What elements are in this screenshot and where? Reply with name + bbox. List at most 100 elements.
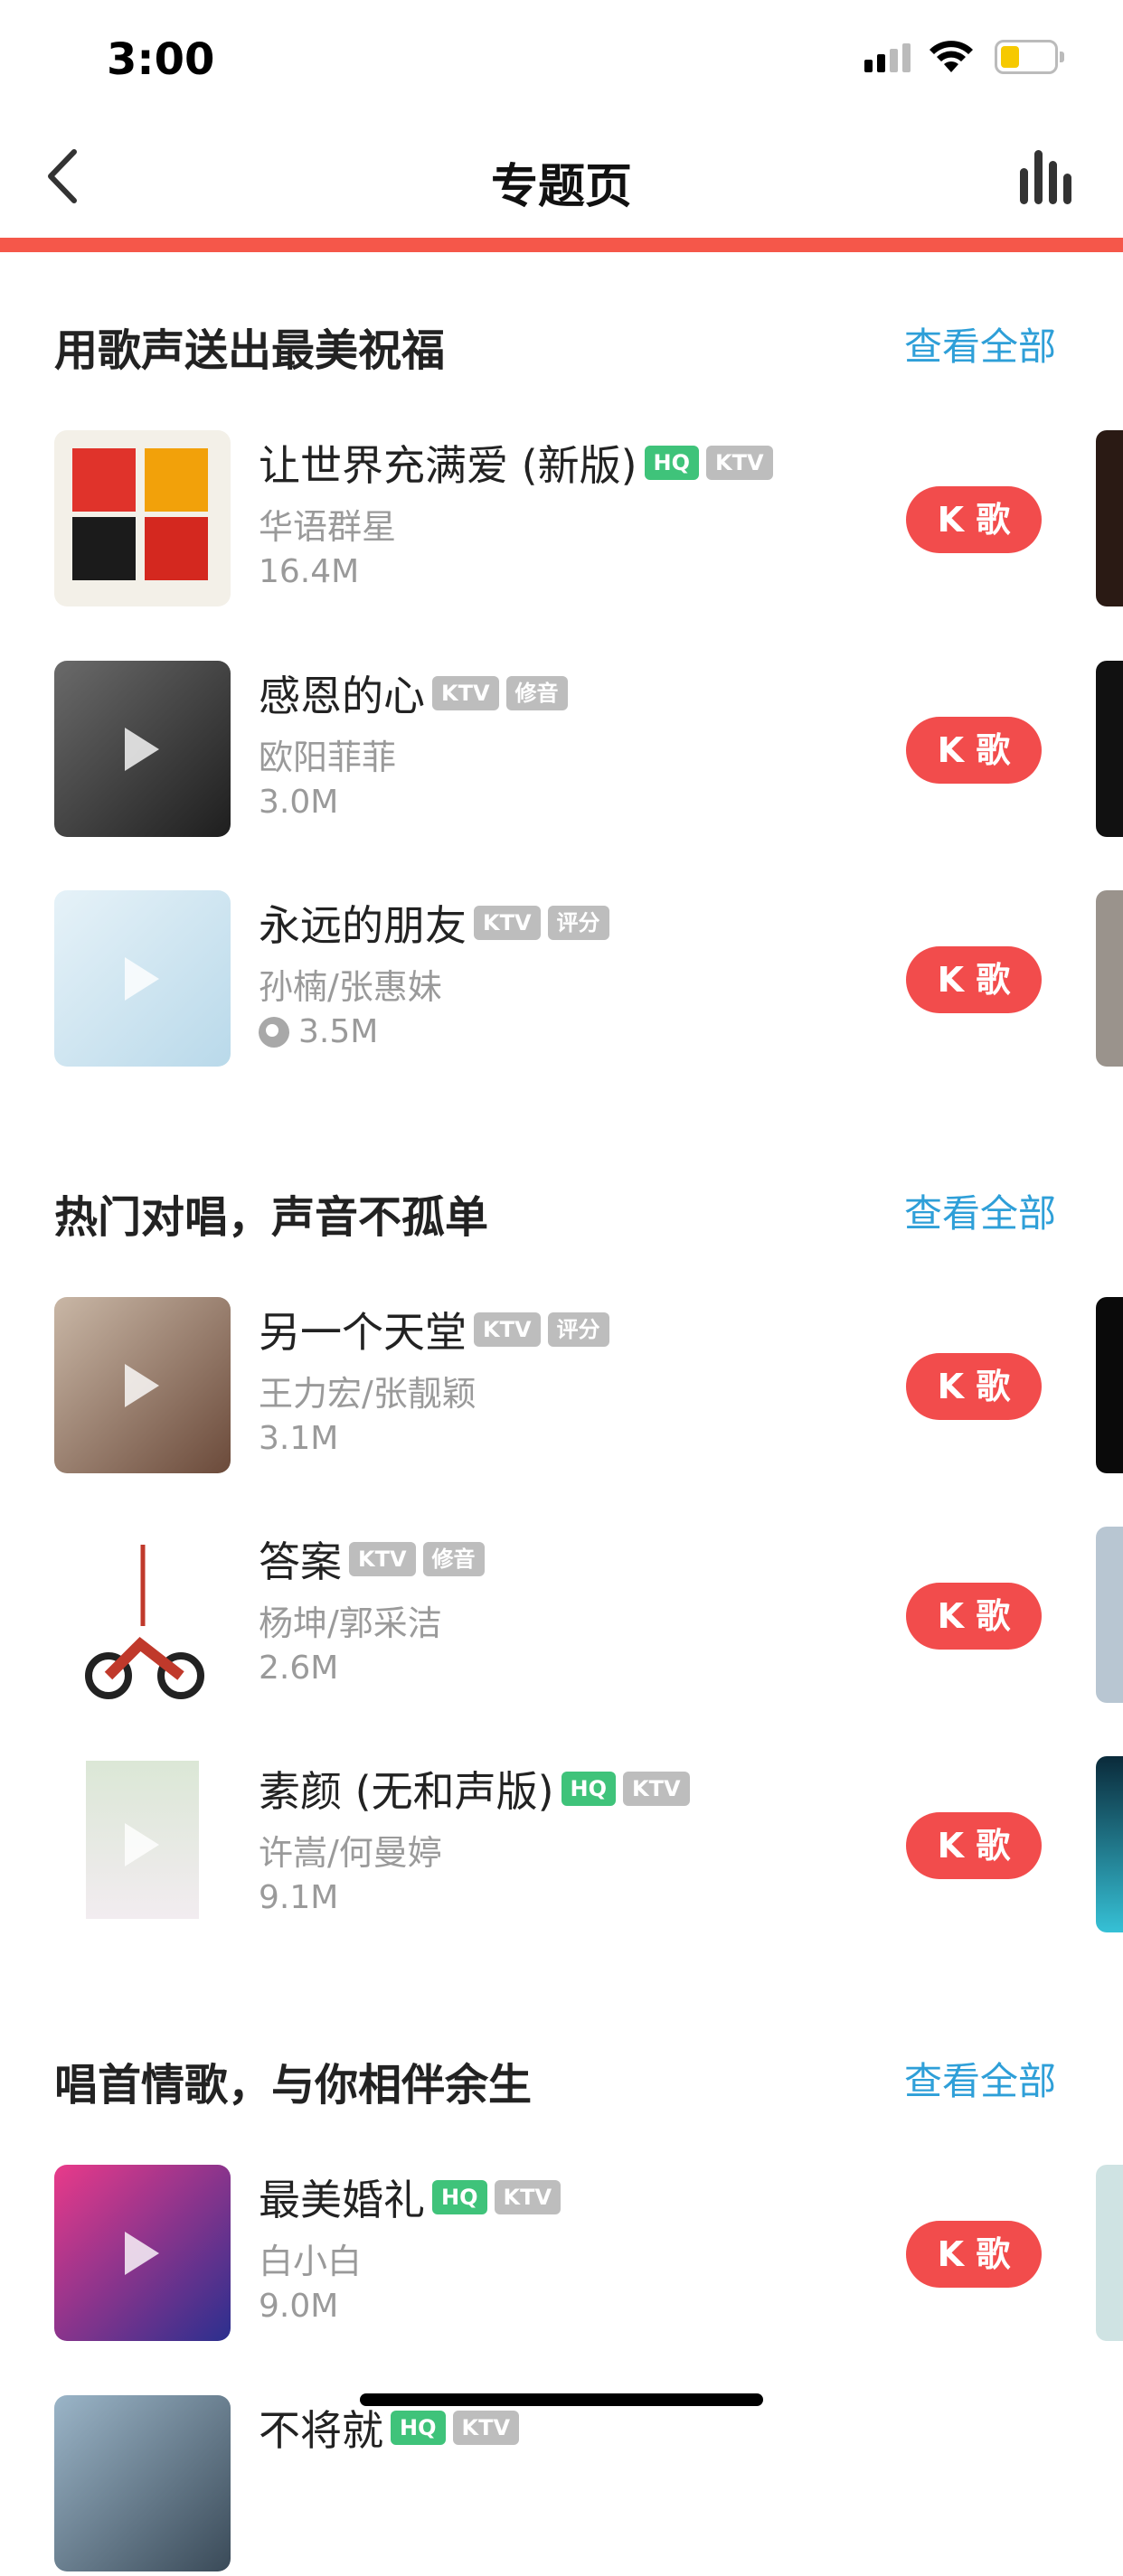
song-artist: 许嵩/何曼婷 <box>259 1833 442 1873</box>
ktv-badge: KTV <box>349 1542 416 1576</box>
k-song-button[interactable]: K 歌 <box>906 1353 1042 1420</box>
pitch-fix-badge: 修音 <box>422 1542 485 1576</box>
size-text: 3.5M <box>298 1013 379 1050</box>
signal-icon <box>864 42 911 72</box>
size-text: 3.0M <box>259 784 339 821</box>
size-text: 9.0M <box>259 2288 339 2325</box>
song-title: 不将就 <box>259 2406 383 2455</box>
play-icon <box>125 1823 159 1866</box>
song-artist: 华语群星 <box>259 507 397 547</box>
ktv-badge: KTV <box>432 676 499 710</box>
song-title: 感恩的心 <box>259 672 425 720</box>
view-all-link[interactable]: 查看全部 <box>904 1183 1056 1238</box>
size-text: 9.1M <box>259 1879 339 1916</box>
size-text: 3.1M <box>259 1420 339 1457</box>
song-size: 3.5M <box>259 1013 378 1050</box>
score-badge: 评分 <box>547 906 609 940</box>
score-badge: 评分 <box>547 1312 609 1347</box>
home-indicator[interactable] <box>360 2393 763 2406</box>
view-all-link[interactable]: 查看全部 <box>904 2051 1056 2106</box>
song-title: 最美婚礼 <box>259 2176 425 2224</box>
next-card-peek[interactable] <box>1096 1756 1123 1932</box>
album-cover[interactable] <box>54 661 231 837</box>
song-title: 永远的朋友 <box>259 901 467 950</box>
song-title: 答案 <box>259 1537 342 1586</box>
ktv-badge: KTV <box>452 2411 520 2445</box>
album-cover[interactable] <box>54 430 231 606</box>
nav-bar: 专题页 <box>0 118 1123 240</box>
section-header: 热门对唱，声音不孤单 查看全部 <box>0 1172 1123 1245</box>
song-size: 2.6M <box>259 1650 338 1687</box>
next-card-peek[interactable] <box>1096 661 1123 837</box>
song-artist: 欧阳菲菲 <box>259 738 397 777</box>
album-cover[interactable] <box>54 2165 231 2341</box>
status-bar: 3:00 <box>0 0 1123 118</box>
play-icon <box>125 957 159 1001</box>
section-title: 唱首情歌，与你相伴余生 <box>54 2060 533 2111</box>
song-item[interactable]: 让世界充满爱 (新版) HQ KTV 华语群星 16.4M K 歌 <box>0 430 1123 611</box>
k-song-button[interactable]: K 歌 <box>906 717 1042 784</box>
accent-divider <box>0 238 1123 252</box>
pitch-fix-badge: 修音 <box>505 676 568 710</box>
ktv-badge: KTV <box>474 1312 541 1347</box>
view-all-link[interactable]: 查看全部 <box>904 316 1056 371</box>
next-card-peek[interactable] <box>1096 890 1123 1067</box>
album-cover[interactable] <box>54 1527 231 1703</box>
wifi-icon <box>930 41 973 72</box>
now-playing-icon[interactable] <box>1013 145 1085 210</box>
k-song-button[interactable]: K 歌 <box>906 1583 1042 1650</box>
section-header: 唱首情歌，与你相伴余生 查看全部 <box>0 2040 1123 2112</box>
ktv-badge: KTV <box>623 1772 690 1806</box>
album-cover[interactable] <box>54 1297 231 1473</box>
play-icon <box>125 2232 159 2275</box>
hq-badge: HQ <box>432 2180 487 2214</box>
ktv-badge: KTV <box>706 446 773 480</box>
hq-badge: HQ <box>644 446 700 480</box>
ktv-badge: KTV <box>474 906 541 940</box>
album-cover[interactable] <box>54 2395 231 2571</box>
size-text: 16.4M <box>259 553 360 590</box>
k-song-button[interactable]: K 歌 <box>906 486 1042 553</box>
k-song-button[interactable]: K 歌 <box>906 1812 1042 1879</box>
section-title: 用歌声送出最美祝福 <box>54 325 446 376</box>
play-icon <box>125 728 159 771</box>
next-card-peek[interactable] <box>1096 2165 1123 2341</box>
song-item[interactable]: 另一个天堂 KTV 评分 王力宏/张靓颖 3.1M K 歌 <box>0 1297 1123 1478</box>
section-title: 热门对唱，声音不孤单 <box>54 1192 489 1243</box>
globe-icon <box>259 1016 289 1048</box>
next-card-peek[interactable] <box>1096 1297 1123 1473</box>
song-item[interactable]: 不将就 HQ KTV <box>0 2395 1123 2576</box>
album-cover[interactable] <box>54 1756 231 1932</box>
song-item[interactable]: 永远的朋友 KTV 评分 孙楠/张惠妹 3.5M K 歌 <box>0 890 1123 1071</box>
song-size: 3.1M <box>259 1420 338 1457</box>
hq-badge: HQ <box>391 2411 446 2445</box>
song-size: 16.4M <box>259 553 359 590</box>
hq-badge: HQ <box>561 1772 617 1806</box>
song-item[interactable]: 最美婚礼 HQ KTV 白小白 9.0M K 歌 <box>0 2165 1123 2346</box>
song-item[interactable]: 答案 KTV 修音 杨坤/郭采洁 2.6M K 歌 <box>0 1527 1123 1707</box>
song-artist: 孙楠/张惠妹 <box>259 967 442 1007</box>
song-artist: 王力宏/张靓颖 <box>259 1374 477 1414</box>
song-title: 让世界充满爱 (新版) <box>259 441 637 490</box>
status-time: 3:00 <box>107 34 215 85</box>
k-song-button[interactable]: K 歌 <box>906 2221 1042 2288</box>
section-header: 用歌声送出最美祝福 查看全部 <box>0 306 1123 378</box>
song-size: 9.0M <box>259 2288 338 2325</box>
next-card-peek[interactable] <box>1096 1527 1123 1703</box>
next-card-peek[interactable] <box>1096 430 1123 606</box>
song-item[interactable]: 感恩的心 KTV 修音 欧阳菲菲 3.0M K 歌 <box>0 661 1123 841</box>
page-title: 专题页 <box>490 160 632 214</box>
battery-icon <box>995 40 1064 74</box>
k-song-button[interactable]: K 歌 <box>906 946 1042 1013</box>
song-size: 9.1M <box>259 1879 338 1916</box>
song-item[interactable]: 素颜 (无和声版) HQ KTV 许嵩/何曼婷 9.1M K 歌 <box>0 1756 1123 1937</box>
song-artist: 杨坤/郭采洁 <box>259 1603 442 1643</box>
album-cover[interactable] <box>54 890 231 1067</box>
song-title: 另一个天堂 <box>259 1308 467 1357</box>
song-artist: 白小白 <box>259 2242 363 2281</box>
size-text: 2.6M <box>259 1650 339 1687</box>
song-title: 素颜 (无和声版) <box>259 1767 554 1816</box>
play-icon <box>125 1364 159 1407</box>
song-size: 3.0M <box>259 784 338 821</box>
ktv-badge: KTV <box>494 2180 562 2214</box>
